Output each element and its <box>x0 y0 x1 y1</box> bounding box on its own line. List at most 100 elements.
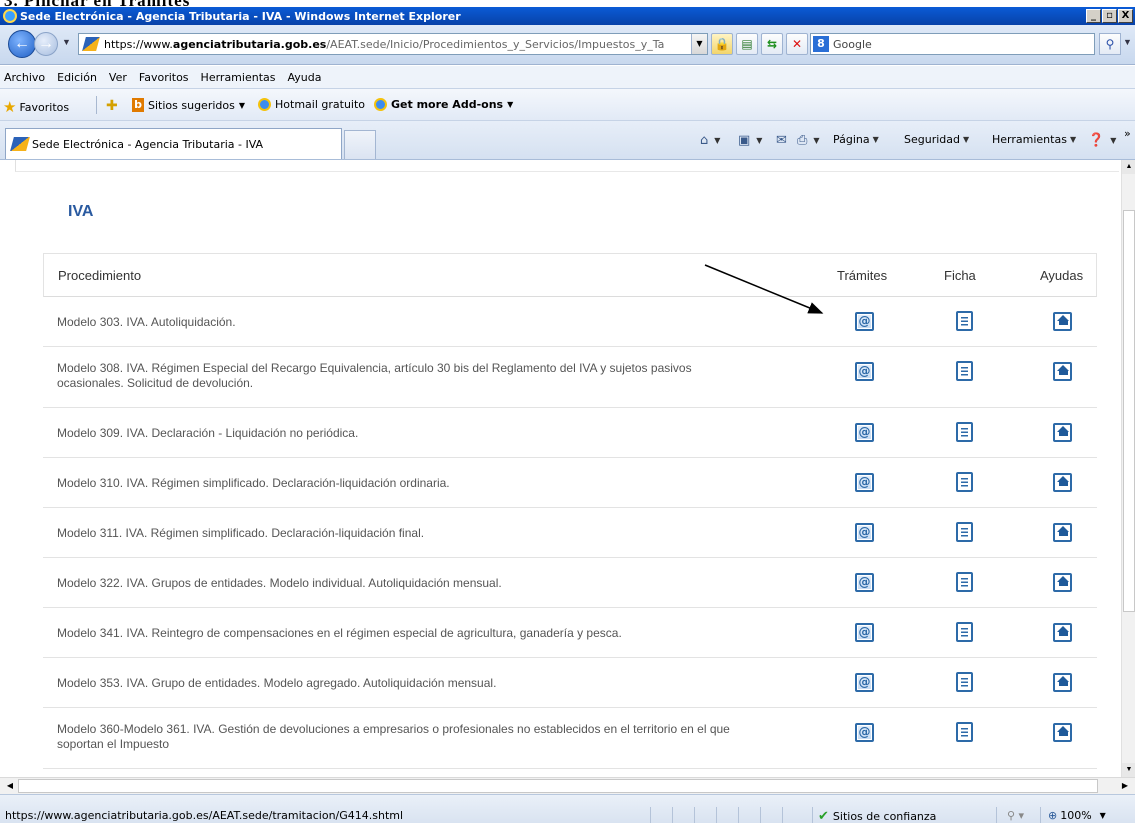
scroll-up-button[interactable]: ▲ <box>1122 160 1135 174</box>
scroll-thumb[interactable] <box>1123 210 1135 612</box>
tramite-at-icon[interactable]: @ <box>855 473 874 492</box>
at-symbol: @ <box>858 364 871 378</box>
stop-icon[interactable]: ✕ <box>786 33 808 55</box>
more-commands-button[interactable]: » <box>1124 127 1131 140</box>
ficha-doc-icon[interactable] <box>956 422 973 442</box>
procedure-name: Modelo 308. IVA. Régimen Especial del Re… <box>57 361 692 390</box>
navigation-bar: ← → ▼ https://www.agenciatributaria.gob.… <box>0 25 1135 65</box>
zoom-control[interactable]: ⊕ 100% ▼ <box>1048 809 1106 822</box>
maximize-button[interactable]: ▫ <box>1102 9 1117 23</box>
compatibility-view-icon[interactable]: ▤ <box>736 33 758 55</box>
refresh-icon[interactable]: ⇆ <box>761 33 783 55</box>
new-tab-button[interactable] <box>344 130 376 159</box>
forward-button[interactable]: → <box>34 32 58 56</box>
get-addons-link[interactable]: Get more Add-ons ▼ <box>374 98 513 111</box>
procedure-name: Modelo 310. IVA. Régimen simplificado. D… <box>57 476 450 490</box>
ayuda-home-icon[interactable] <box>1053 573 1072 592</box>
ayuda-home-icon[interactable] <box>1053 312 1072 331</box>
lock-icon[interactable]: 🔒 <box>711 33 733 55</box>
search-options-dropdown-icon[interactable]: ▼ <box>1123 37 1132 47</box>
horizontal-scroll-thumb[interactable] <box>18 779 1098 793</box>
address-bar[interactable]: https://www.agenciatributaria.gob.es/AEA… <box>78 33 708 55</box>
favorites-label: Favoritos <box>19 100 70 114</box>
tramite-at-icon[interactable]: @ <box>855 312 874 331</box>
close-button[interactable]: X <box>1118 9 1133 23</box>
tools-menu-button[interactable]: Herramientas ▼ <box>992 133 1076 146</box>
home-button[interactable]: ⌂ ▼ <box>700 133 720 148</box>
bing-icon: b <box>132 98 144 112</box>
tab-label: Sede Electrónica - Agencia Tributaria - … <box>32 137 264 151</box>
hotmail-link[interactable]: Hotmail gratuito <box>258 98 365 111</box>
ficha-doc-icon[interactable] <box>956 622 973 642</box>
search-box[interactable]: 8 Google <box>810 33 1095 55</box>
chevron-down-icon: ▼ <box>1099 811 1106 820</box>
chevron-down-icon: ▼ <box>813 136 820 145</box>
security-menu-button[interactable]: Seguridad ▼ <box>904 133 969 146</box>
tramite-at-icon[interactable]: @ <box>855 523 874 542</box>
status-divider <box>650 807 651 823</box>
security-zone-label: Sitios de confianza <box>832 810 937 823</box>
ayuda-home-icon[interactable] <box>1053 423 1072 442</box>
scroll-right-button[interactable]: ▶ <box>1118 779 1132 793</box>
address-dropdown-button[interactable]: ▼ <box>691 34 707 54</box>
ficha-doc-icon[interactable] <box>956 361 973 381</box>
search-icon[interactable]: ⚲ <box>1099 33 1121 55</box>
ayuda-home-icon[interactable] <box>1053 723 1072 742</box>
menu-ver[interactable]: Ver <box>109 71 127 84</box>
horizontal-scrollbar[interactable]: ◀ ▶ <box>0 777 1135 794</box>
tramite-at-icon[interactable]: @ <box>855 723 874 742</box>
tramite-at-icon[interactable]: @ <box>855 362 874 381</box>
page-content: IVA Procedimiento Trámites Ficha Ayudas … <box>0 160 1121 777</box>
vertical-scrollbar[interactable]: ▲ ▼ <box>1121 160 1135 777</box>
menu-archivo[interactable]: Archivo <box>4 71 45 84</box>
history-dropdown-icon[interactable]: ▼ <box>62 37 71 47</box>
protected-mode-icon[interactable]: ⚲ ▾ <box>1007 809 1024 822</box>
menu-edicion[interactable]: Edición <box>57 71 97 84</box>
ficha-doc-icon[interactable] <box>956 522 973 542</box>
hotmail-label: Hotmail gratuito <box>275 98 366 111</box>
scroll-down-button[interactable]: ▼ <box>1122 763 1135 777</box>
table-row: Modelo 308. IVA. Régimen Especial del Re… <box>43 347 1097 408</box>
ficha-doc-icon[interactable] <box>956 311 973 331</box>
tramite-at-icon[interactable]: @ <box>855 573 874 592</box>
ayuda-home-icon[interactable] <box>1053 362 1072 381</box>
mail-button[interactable]: ✉ <box>776 133 790 148</box>
ayuda-home-icon[interactable] <box>1053 523 1072 542</box>
window-titlebar: Sede Electrónica - Agencia Tributaria - … <box>0 7 1135 25</box>
tramite-at-icon[interactable]: @ <box>855 673 874 692</box>
tramite-at-icon[interactable]: @ <box>855 623 874 642</box>
ficha-doc-icon[interactable] <box>956 472 973 492</box>
chevron-down-icon: ▼ <box>507 100 514 109</box>
suggested-sites-label: Sitios sugeridos <box>148 98 235 112</box>
ficha-doc-icon[interactable] <box>956 572 973 592</box>
suggested-sites-link[interactable]: b Sitios sugeridos ▼ <box>132 98 245 112</box>
menu-herramientas[interactable]: Herramientas <box>201 71 276 84</box>
back-button[interactable]: ← <box>8 30 36 58</box>
tab-active[interactable]: Sede Electrónica - Agencia Tributaria - … <box>5 128 342 159</box>
page-menu-button[interactable]: Página ▼ <box>833 133 879 146</box>
status-divider <box>812 807 813 823</box>
ficha-doc-icon[interactable] <box>956 722 973 742</box>
star-icon: ★ <box>3 98 17 116</box>
ficha-doc-icon[interactable] <box>956 672 973 692</box>
address-url[interactable]: https://www.agenciatributaria.gob.es/AEA… <box>104 38 664 51</box>
minimize-button[interactable]: _ <box>1086 9 1101 23</box>
feeds-button[interactable]: ▣ ▼ <box>738 133 762 148</box>
ayuda-home-icon[interactable] <box>1053 673 1072 692</box>
print-button[interactable]: ⎙ ▼ <box>797 133 820 148</box>
chevron-down-icon: ▼ <box>963 135 970 144</box>
add-favorite-button[interactable]: ✚ <box>106 98 122 114</box>
security-menu-label: Seguridad <box>904 133 960 146</box>
favorites-button[interactable]: ★ Favoritos <box>3 98 69 116</box>
ayuda-home-icon[interactable] <box>1053 473 1072 492</box>
menu-ayuda[interactable]: Ayuda <box>287 71 321 84</box>
ayuda-home-icon[interactable] <box>1053 623 1072 642</box>
help-button[interactable]: ❓ ▼ <box>1088 133 1116 148</box>
status-divider <box>694 807 695 823</box>
site-favicon-icon <box>10 137 30 151</box>
menu-favoritos[interactable]: Favoritos <box>139 71 189 84</box>
scroll-left-button[interactable]: ◀ <box>3 779 17 793</box>
browser-window: 3. Pinchar en Trámites Sede Electrónica … <box>0 0 1135 823</box>
security-zone[interactable]: ✔ Sitios de confianza <box>818 809 936 823</box>
tramite-at-icon[interactable]: @ <box>855 423 874 442</box>
